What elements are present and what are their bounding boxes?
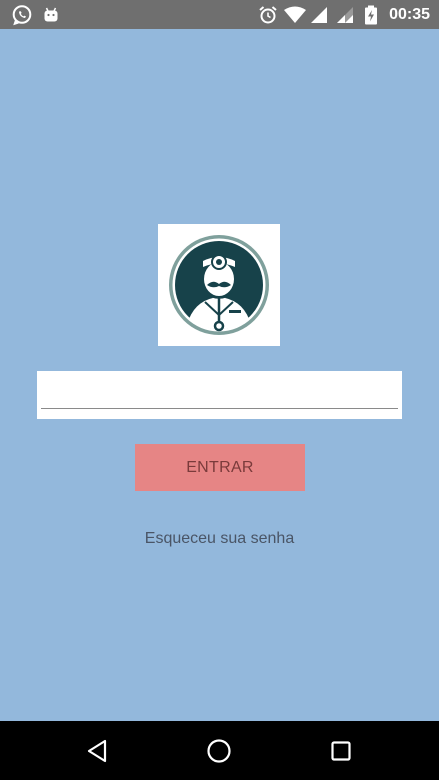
- android-icon: [43, 4, 59, 25]
- login-input[interactable]: [41, 371, 398, 409]
- wifi-icon: [283, 4, 307, 25]
- enter-button[interactable]: ENTRAR: [135, 444, 305, 491]
- recents-icon[interactable]: [324, 735, 358, 767]
- forgot-password-link[interactable]: Esqueceu sua senha: [0, 530, 439, 548]
- login-input-card: [37, 371, 402, 419]
- app-logo: [158, 224, 280, 346]
- back-icon[interactable]: [80, 735, 114, 767]
- home-icon[interactable]: [202, 735, 236, 767]
- signal-icon: [336, 4, 354, 25]
- doctor-logo-icon: [169, 235, 269, 335]
- alarm-icon: [258, 4, 278, 25]
- navigation-bar: [0, 721, 439, 780]
- battery-charging-icon: [363, 4, 379, 25]
- status-bar: 00:35: [0, 0, 439, 29]
- signal-icon: [310, 4, 328, 25]
- status-time: 00:35: [389, 6, 430, 23]
- input-underline: [41, 408, 398, 409]
- whatsapp-icon: [10, 4, 34, 25]
- login-screen: 00:35 ENTRAR Esqueceu sua senha: [0, 0, 439, 780]
